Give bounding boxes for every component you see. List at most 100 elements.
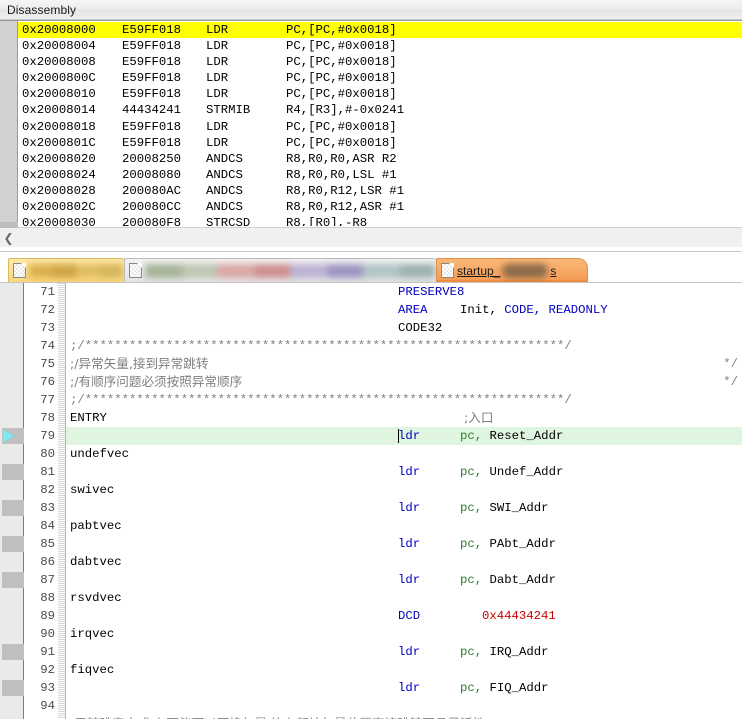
editor-marker-row[interactable] — [0, 283, 23, 301]
editor-marker-gutter[interactable] — [0, 283, 24, 719]
disassembly-opcode: E59FF018 — [122, 135, 182, 150]
disassembly-body[interactable]: 0x20008000 E59FF018 LDR PC,[PC,#0x0018] 0x20… — [0, 20, 742, 226]
disassembly-row[interactable]: 0x2000801C E59FF018 LDR PC,[PC,#0x0018] — [18, 135, 742, 151]
executable-code-marker[interactable] — [2, 572, 24, 588]
editor-code-area[interactable]: PRESERVE8 AREA Init, CODE, READONLY CODE32;… — [66, 283, 742, 719]
editor-line-number: 72 — [40, 303, 55, 317]
editor-marker-row[interactable] — [0, 391, 23, 409]
editor-marker-row[interactable] — [0, 625, 23, 643]
editor-marker-row[interactable] — [0, 499, 24, 517]
executable-code-marker[interactable] — [2, 464, 24, 480]
code-comment: ;/有顺序问题必须按照异常顺序 — [70, 374, 243, 389]
disassembly-row[interactable]: 0x20008030 200080F8 STRCSD R8,[R0],-R8 — [18, 215, 742, 226]
editor-marker-row[interactable] — [0, 373, 23, 391]
editor-code-line[interactable]: pabtvec — [66, 517, 742, 535]
editor-marker-row[interactable] — [0, 337, 23, 355]
editor-marker-row[interactable] — [0, 409, 23, 427]
editor-tab[interactable] — [8, 258, 130, 282]
executable-code-marker[interactable] — [2, 500, 24, 516]
executable-code-marker[interactable] — [2, 536, 24, 552]
editor-code-line[interactable]: ;用转跳表方式,有可能可以更换矢量,比在起始矢量位置直接跳转更具灵活性 — [66, 715, 742, 719]
editor-marker-row[interactable] — [0, 607, 23, 625]
editor-marker-row[interactable] — [0, 481, 23, 499]
disassembly-row[interactable]: 0x20008000 E59FF018 LDR PC,[PC,#0x0018] — [18, 22, 742, 39]
disassembly-horizontal-scrollbar[interactable]: ❮ — [0, 222, 742, 248]
disassembly-operands: PC,[PC,#0x0018] — [286, 23, 397, 37]
disassembly-row[interactable]: 0x20008024 20008080 ANDCS R8,R0,R0,LSL #1 — [18, 167, 742, 183]
code-editor[interactable]: 71 72 73 74 75 76 77 78 79 80 81 82 83 84 85 86 87 88 89 90… — [0, 282, 742, 719]
disassembly-pane: Disassembly 0x20008000 E59FF018 LDR PC,[PC,… — [0, 0, 742, 247]
editor-marker-row[interactable] — [0, 661, 23, 679]
disassembly-row[interactable]: 0x20008018 E59FF018 LDR PC,[PC,#0x0018] — [18, 119, 742, 135]
disassembly-address: 0x20008030 — [22, 216, 96, 226]
editor-tab[interactable]: startup_ s — [436, 258, 588, 282]
editor-tabbar[interactable]: startup_ s — [0, 252, 742, 282]
editor-marker-row[interactable] — [0, 355, 23, 373]
disassembly-opcode: E59FF018 — [122, 71, 182, 86]
disassembly-row[interactable]: 0x20008020 20008250 ANDCS R8,R0,R0,ASR R2 — [18, 151, 742, 167]
editor-marker-row[interactable] — [0, 319, 23, 337]
editor-code-line[interactable]: dabtvec — [66, 553, 742, 571]
editor-code-line[interactable]: irqvec — [66, 625, 742, 643]
disassembly-row[interactable]: 0x20008008 E59FF018 LDR PC,[PC,#0x0018] — [18, 54, 742, 70]
editor-code-line[interactable]: ldr pc, PAbt_Addr — [66, 535, 742, 553]
editor-marker-row[interactable] — [0, 427, 24, 445]
editor-code-line[interactable]: ldr pc, IRQ_Addr — [66, 643, 742, 661]
editor-code-line[interactable]: ldr pc, Reset_Addr — [66, 427, 742, 445]
disassembly-row[interactable]: 0x20008014 44434241 STRMIB R4,[R3],#-0x0241 — [18, 102, 742, 118]
editor-marker-row[interactable] — [0, 445, 23, 463]
executable-code-marker[interactable] — [2, 644, 24, 660]
editor-marker-row[interactable] — [0, 517, 23, 535]
editor-code-line[interactable]: ldr pc, Undef_Addr — [66, 463, 742, 481]
editor-tab[interactable] — [124, 258, 442, 282]
disassembly-row[interactable]: 0x20008010 E59FF018 LDR PC,[PC,#0x0018] — [18, 86, 742, 102]
editor-code-line[interactable]: ldr pc, SWI_Addr — [66, 499, 742, 517]
editor-marker-row[interactable] — [0, 553, 23, 571]
editor-line-number: 95 — [24, 715, 55, 719]
disassembly-mnemonic: LDR — [206, 87, 229, 102]
editor-marker-row[interactable] — [0, 697, 23, 715]
editor-code-line[interactable]: CODE32 — [66, 319, 742, 337]
editor-marker-row[interactable] — [0, 463, 24, 481]
editor-marker-row[interactable] — [0, 679, 24, 697]
editor-code-line[interactable]: rsvdvec — [66, 589, 742, 607]
editor-marker-row[interactable] — [0, 571, 24, 589]
code-mnemonic: DCD — [398, 609, 421, 623]
editor-code-line[interactable]: undefvec — [66, 445, 742, 463]
disassembly-row[interactable]: 0x20008028 200080AC ANDCS R8,R0,R12,LSR #1 — [18, 183, 742, 199]
disassembly-opcode: E59FF018 — [122, 55, 182, 70]
disassembly-row[interactable]: 0x2000800C E59FF018 LDR PC,[PC,#0x0018] — [18, 70, 742, 86]
code-mnemonic: ldr — [398, 573, 421, 587]
disassembly-mnemonic: LDR — [206, 39, 229, 54]
program-counter-arrow-icon[interactable] — [3, 429, 14, 443]
disassembly-row[interactable]: 0x20008004 E59FF018 LDR PC,[PC,#0x0018] — [18, 38, 742, 54]
disassembly-gutter[interactable] — [0, 21, 18, 226]
editor-marker-row[interactable] — [0, 301, 23, 319]
editor-marker-row[interactable] — [0, 535, 24, 553]
disassembly-list[interactable]: 0x20008000 E59FF018 LDR PC,[PC,#0x0018] 0x20… — [18, 21, 742, 226]
editor-code-line[interactable]: fiqvec — [66, 661, 742, 679]
editor-code-line[interactable]: AREA Init, CODE, READONLY — [66, 301, 742, 319]
editor-code-line[interactable] — [66, 697, 742, 715]
scroll-left-arrow-icon[interactable]: ❮ — [0, 228, 17, 248]
disassembly-opcode: E59FF018 — [122, 87, 182, 102]
editor-line-number: 93 — [40, 681, 55, 695]
editor-marker-row[interactable] — [0, 643, 24, 661]
editor-code-line[interactable]: DCD 0x44434241 — [66, 607, 742, 625]
tab-strip[interactable]: startup_ s — [0, 252, 742, 282]
disassembly-row[interactable]: 0x2000802C 200080CC ANDCS R8,R0,R12,ASR #1 — [18, 199, 742, 215]
executable-code-marker[interactable] — [2, 680, 24, 696]
editor-marker-row[interactable] — [0, 589, 23, 607]
editor-code-line[interactable]: PRESERVE8 — [66, 283, 742, 301]
editor-code-line[interactable]: swivec — [66, 481, 742, 499]
code-register: pc, — [460, 465, 490, 479]
disassembly-operands: R8,[R0],-R8 — [286, 216, 368, 226]
editor-code-line[interactable]: ;/异常矢量,接到异常跳转 */ — [66, 355, 742, 373]
editor-code-line[interactable]: ldr pc, Dabt_Addr — [66, 571, 742, 589]
editor-code-line[interactable]: ldr pc, FIQ_Addr — [66, 679, 742, 697]
editor-code-line[interactable]: ENTRY ;入口 — [66, 409, 742, 427]
editor-code-line[interactable]: ;/有顺序问题必须按照异常顺序 */ — [66, 373, 742, 391]
editor-code-line[interactable]: ;/**************************************… — [66, 337, 742, 355]
editor-code-line[interactable]: ;/**************************************… — [66, 391, 742, 409]
editor-marker-row[interactable] — [0, 715, 23, 719]
